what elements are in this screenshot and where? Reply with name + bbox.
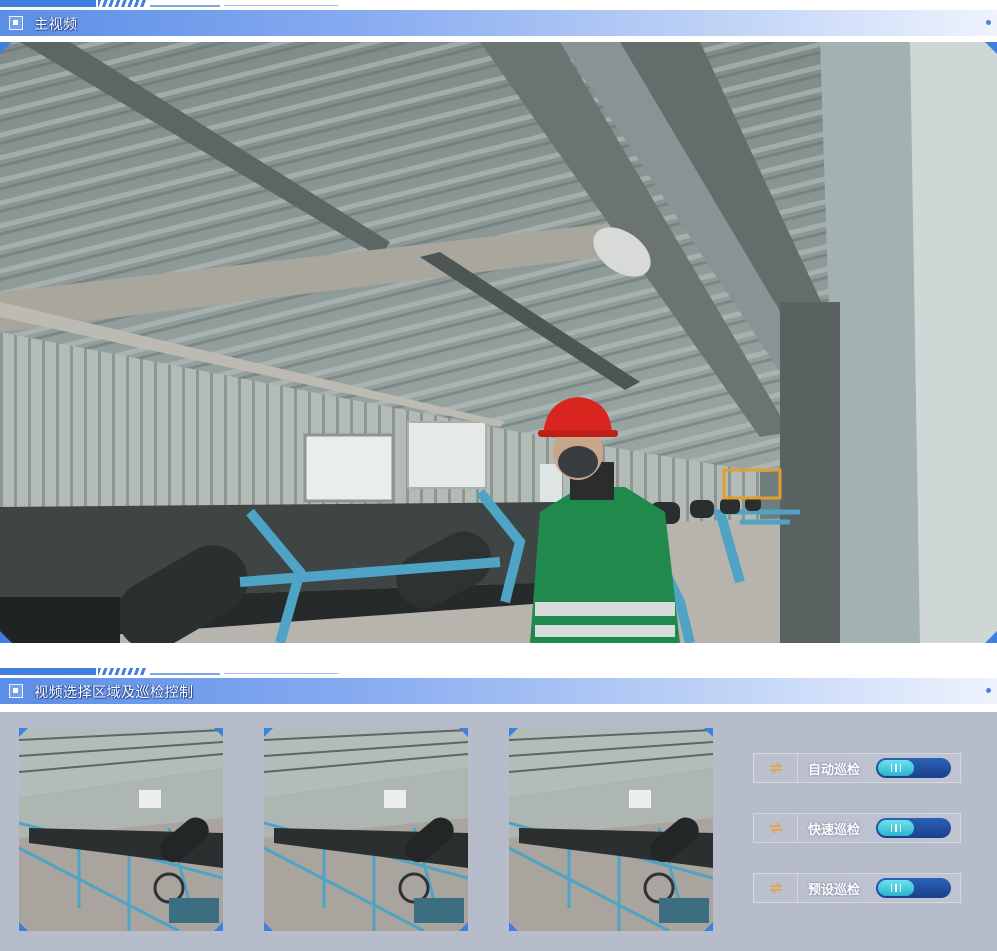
patrol-loop-icon [754,754,798,782]
patrol-loop-icon [754,814,798,842]
control-label: 预设巡检 [808,882,861,898]
video-selection-panel: 自动巡检 快速巡检 预设巡检 [0,712,997,951]
toggle-knob [878,760,914,776]
toggle-knob [878,820,914,836]
video-thumbnail-1[interactable] [19,728,223,931]
corner-marker-icon [509,922,518,931]
corner-marker-icon [264,728,273,737]
lower-section-header: 视频选择区域及巡检控制 [0,668,997,704]
header-bar: 主视频 [0,10,997,36]
corner-marker-icon [704,728,713,737]
corner-marker-icon [19,922,28,931]
square-icon [9,684,23,698]
thumbnail-frame [264,728,468,931]
corner-marker-icon [19,728,28,737]
corner-marker-icon [985,631,997,643]
header-bar: 视频选择区域及巡检控制 [0,678,997,704]
dot-icon [986,688,991,693]
square-icon [9,16,23,30]
patrol-loop-icon [754,874,798,902]
corner-marker-icon [264,922,273,931]
corner-marker-icon [509,728,518,737]
video-thumbnail-2[interactable] [264,728,468,931]
control-label: 自动巡检 [808,762,861,778]
main-video-header: 主视频 [0,0,997,36]
corner-marker-icon [704,922,713,931]
auto-patrol-toggle[interactable] [876,758,951,778]
main-video-player[interactable] [0,42,997,643]
header-tabs-decoration [0,0,340,8]
section-title: 主视频 [34,17,78,33]
video-thumbnail-3[interactable] [509,728,713,931]
thumbnail-frame [19,728,223,931]
corner-marker-icon [214,728,223,737]
preset-patrol-control: 预设巡检 [753,873,961,903]
corner-marker-icon [0,631,12,643]
preset-patrol-toggle[interactable] [876,878,951,898]
fast-patrol-toggle[interactable] [876,818,951,838]
toggle-knob [878,880,914,896]
corner-marker-icon [985,42,997,54]
section-title: 视频选择区域及巡检控制 [34,685,194,701]
corner-marker-icon [459,922,468,931]
thumbnail-frame [509,728,713,931]
dot-icon [986,20,991,25]
fast-patrol-control: 快速巡检 [753,813,961,843]
main-video-frame [0,42,997,643]
corner-marker-icon [214,922,223,931]
header-tabs-decoration [0,668,340,676]
auto-patrol-control: 自动巡检 [753,753,961,783]
control-label: 快速巡检 [808,822,861,838]
corner-marker-icon [0,42,12,54]
corner-marker-icon [459,728,468,737]
